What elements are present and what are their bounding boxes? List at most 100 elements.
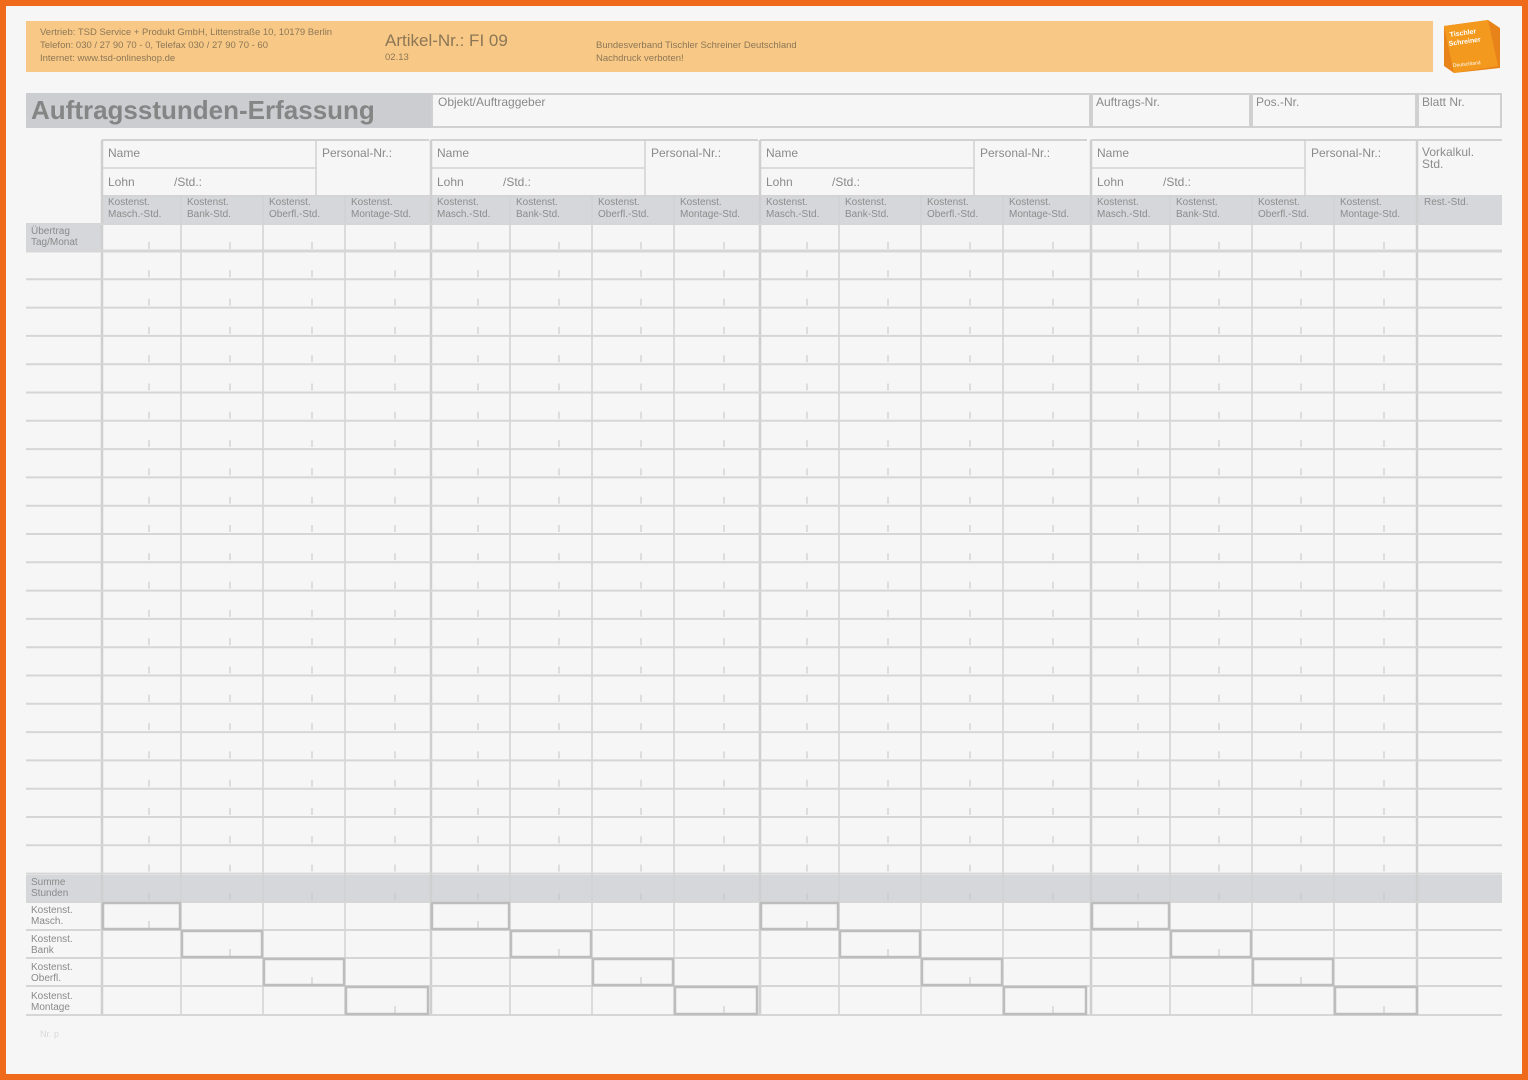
cost-column-line2: Bank-Std.	[516, 209, 560, 220]
cost-column-line2: Masch.-Std.	[108, 209, 162, 220]
summe-row-strip	[26, 875, 1502, 902]
cost-column-header: Kostenst. Oberfl.-Std.	[1258, 197, 1309, 221]
cost-column-header: Kostenst. Montage-Std.	[680, 197, 740, 221]
lohn-field[interactable]	[760, 168, 974, 196]
cost-total-box	[591, 957, 675, 987]
vorkalkul-line2: Std.	[1422, 157, 1444, 171]
cost-column-line2: Oberfl.-Std.	[1258, 209, 1310, 220]
cost-column-line2: Montage-Std.	[1340, 209, 1401, 220]
cost-column-header: Kostenst. Bank-Std.	[516, 197, 560, 221]
summe-line1: Summe	[31, 877, 66, 888]
footer-note: Nr. p	[40, 1029, 60, 1039]
lohn-field[interactable]	[102, 168, 316, 196]
personal-nr-field[interactable]	[1305, 140, 1418, 196]
cost-column-line2: Oberfl.-Std.	[269, 209, 321, 220]
kostenst-oberfl-line1: Kostenst.	[31, 962, 73, 973]
kostenst-masch-line1: Kostenst.	[31, 905, 73, 916]
cost-column-line1: Kostenst.	[766, 197, 808, 208]
cost-column-line1: Kostenst.	[1176, 197, 1218, 208]
cost-column-line2: Masch.-Std.	[1097, 209, 1151, 220]
cost-column-line1: Kostenst.	[108, 197, 150, 208]
uebertrag-label: Übertrag Tag/Monat	[31, 226, 78, 248]
cost-column-line1: Kostenst.	[845, 197, 887, 208]
cost-column-line1: Kostenst.	[1340, 197, 1382, 208]
cost-column-header: Kostenst. Oberfl.-Std.	[269, 197, 320, 221]
cost-total-box	[344, 985, 430, 1016]
cost-column-line1: Kostenst.	[437, 197, 479, 208]
cost-total-box	[838, 929, 922, 959]
name-field[interactable]	[760, 140, 974, 168]
cost-total-box	[262, 957, 346, 987]
cost-column-line1: Kostenst.	[1258, 197, 1300, 208]
cost-column-line2: Montage-Std.	[351, 209, 412, 220]
lohn-field[interactable]	[1091, 168, 1305, 196]
cost-column-header: Kostenst. Oberfl.-Std.	[927, 197, 978, 221]
cost-column-line2: Oberfl.-Std.	[927, 209, 979, 220]
kostenst-montage-line1: Kostenst.	[31, 991, 73, 1002]
cost-column-header: Kostenst. Bank-Std.	[1176, 197, 1220, 221]
cost-column-header: Kostenst. Masch.-Std.	[108, 197, 161, 221]
vorkalkul-label: Vorkalkul. Std.	[1422, 146, 1474, 170]
personal-nr-field[interactable]	[645, 140, 758, 196]
cost-total-box	[1002, 985, 1088, 1016]
kostenst-montage-label: Kostenst. Montage	[31, 991, 73, 1013]
uebertrag-line2: Tag/Monat	[31, 237, 78, 248]
cost-column-line1: Kostenst.	[1009, 197, 1051, 208]
cost-column-line1: Kostenst.	[516, 197, 558, 208]
cost-column-line1: Kostenst.	[187, 197, 229, 208]
cost-column-line2: Masch.-Std.	[766, 209, 820, 220]
cost-column-line1: Kostenst.	[598, 197, 640, 208]
summe-line2: Stunden	[31, 888, 69, 899]
cost-column-line1: Kostenst.	[927, 197, 969, 208]
cost-column-line1: Kostenst.	[1097, 197, 1139, 208]
name-field[interactable]	[431, 140, 645, 168]
cost-column-line1: Kostenst.	[351, 197, 393, 208]
lohn-field[interactable]	[431, 168, 645, 196]
cost-total-box	[180, 929, 264, 959]
cost-column-line2: Bank-Std.	[187, 209, 231, 220]
cost-column-line2: Oberfl.-Std.	[598, 209, 650, 220]
cost-total-box	[759, 901, 840, 931]
cost-total-box	[509, 929, 593, 959]
kostenst-bank-line1: Kostenst.	[31, 934, 73, 945]
cost-column-line2: Bank-Std.	[845, 209, 889, 220]
cost-total-box	[1251, 957, 1335, 987]
kostenst-bank-line2: Bank	[31, 945, 54, 956]
personal-nr-field[interactable]	[974, 140, 1087, 196]
kostenst-oberfl-line2: Oberfl.	[31, 973, 62, 984]
kostenst-bank-label: Kostenst. Bank	[31, 934, 73, 956]
personal-nr-field[interactable]	[316, 140, 429, 196]
cost-column-line2: Montage-Std.	[680, 209, 741, 220]
cost-column-line2: Montage-Std.	[1009, 209, 1070, 220]
cost-total-box	[1333, 985, 1419, 1016]
name-field[interactable]	[1091, 140, 1305, 168]
cost-total-box	[1169, 929, 1253, 959]
form-sheet: Vertrieb: TSD Service + Produkt GmbH, Li…	[6, 6, 1522, 1074]
cost-column-header: Kostenst. Montage-Std.	[351, 197, 411, 221]
cost-column-header: Kostenst. Bank-Std.	[845, 197, 889, 221]
cost-total-box	[430, 901, 511, 931]
cost-column-line1: Kostenst.	[269, 197, 311, 208]
cost-column-line2: Bank-Std.	[1176, 209, 1220, 220]
cost-column-header: Kostenst. Oberfl.-Std.	[598, 197, 649, 221]
uebertrag-line1: Übertrag	[31, 226, 70, 237]
kostenst-oberfl-label: Kostenst. Oberfl.	[31, 962, 73, 984]
cost-total-box	[920, 957, 1004, 987]
cost-column-line1: Kostenst.	[680, 197, 722, 208]
cost-column-header: Kostenst. Masch.-Std.	[437, 197, 490, 221]
cost-total-box	[101, 901, 182, 931]
kostenst-masch-line2: Masch.	[31, 916, 64, 927]
cost-column-header: Kostenst. Bank-Std.	[187, 197, 231, 221]
cost-total-box	[1090, 901, 1171, 931]
summe-label: Summe Stunden	[31, 877, 68, 899]
cost-column-header: Kostenst. Montage-Std.	[1009, 197, 1069, 221]
rest-std-label: Rest.-Std.	[1424, 197, 1469, 208]
kostenst-montage-line2: Montage	[31, 1002, 70, 1013]
name-field[interactable]	[102, 140, 316, 168]
cost-column-header: Kostenst. Montage-Std.	[1340, 197, 1400, 221]
cost-column-line2: Masch.-Std.	[437, 209, 491, 220]
cost-total-box	[673, 985, 759, 1016]
kostenst-masch-label: Kostenst. Masch.	[31, 905, 73, 927]
cost-column-header: Kostenst. Masch.-Std.	[1097, 197, 1150, 221]
cost-column-header: Kostenst. Masch.-Std.	[766, 197, 819, 221]
